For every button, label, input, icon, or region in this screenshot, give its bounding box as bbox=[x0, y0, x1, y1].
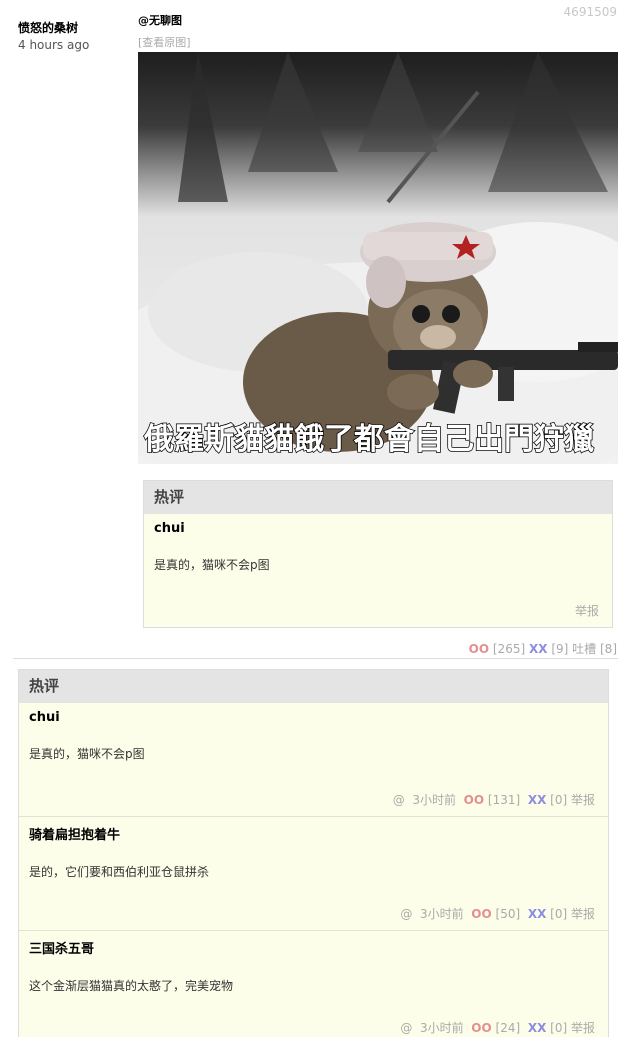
reply-at-button[interactable]: @ bbox=[400, 1021, 412, 1035]
hot-comment-item: chui 是真的，猫咪不会p图 @ 3小时前 OO [131] XX [0] 举… bbox=[19, 703, 608, 817]
comment-text: 是真的，猫咪不会p图 bbox=[154, 558, 270, 572]
post-image[interactable]: 俄羅斯貓貓餓了都會自己出門狩獵 bbox=[138, 52, 618, 464]
oo-vote-count: [50] bbox=[495, 907, 521, 921]
comment-time: 3小时前 bbox=[412, 793, 457, 807]
comment-report-link[interactable]: 举报 bbox=[571, 1021, 595, 1035]
comment-report-link[interactable]: 举报 bbox=[571, 907, 595, 921]
hot-comment-item: 三国杀五哥 这个金渐层猫猫真的太憨了，完美宠物 @ 3小时前 OO [24] X… bbox=[19, 931, 608, 1037]
xx-vote-count: [0] bbox=[550, 907, 568, 921]
reply-at-button[interactable]: @ bbox=[400, 907, 412, 921]
comment-text: 这个金渐层猫猫真的太憨了，完美宠物 bbox=[29, 979, 234, 993]
hot-comments-box: 热评 chui 是真的，猫咪不会p图 @ 3小时前 OO [131] XX [0… bbox=[18, 669, 609, 1037]
post-time: 4 hours ago bbox=[18, 38, 90, 52]
comment-author[interactable]: chui bbox=[154, 514, 602, 536]
view-original-link[interactable]: [查看原图] bbox=[138, 34, 618, 50]
comment-meta: @ 3小时前 OO [131] XX [0] 举报 bbox=[393, 791, 595, 808]
xx-vote-count: [9] bbox=[551, 642, 569, 656]
post-vote-bar: OO [265] XX [9] 吐槽 [8] bbox=[469, 640, 617, 657]
xx-vote-button[interactable]: XX bbox=[528, 1021, 547, 1035]
comment-time: 3小时前 bbox=[420, 1021, 464, 1035]
inner-hot-comment-box: 热评 chui 是真的，猫咪不会p图 举报 bbox=[143, 480, 613, 628]
xx-vote-count: [0] bbox=[550, 1021, 568, 1035]
oo-vote-count: [24] bbox=[495, 1021, 521, 1035]
xx-vote-button[interactable]: XX bbox=[528, 793, 547, 807]
comment-meta: @ 3小时前 OO [50] XX [0] 举报 bbox=[400, 905, 595, 922]
xx-vote-button[interactable]: XX bbox=[528, 907, 547, 921]
image-caption: 俄羅斯貓貓餓了都會自己出門狩獵 bbox=[143, 421, 595, 458]
cat-in-snow-illustration bbox=[138, 52, 618, 464]
inner-hot-comment: chui 是真的，猫咪不会p图 举报 bbox=[144, 514, 612, 627]
comment-time: 3小时前 bbox=[420, 907, 464, 921]
tucao-count: [8] bbox=[600, 642, 617, 656]
comment-meta: @ 3小时前 OO [24] XX [0] 举报 bbox=[400, 1019, 595, 1036]
comment-text: 是真的，猫咪不会p图 bbox=[29, 747, 145, 761]
post-mention: @无聊图 bbox=[138, 14, 182, 27]
oo-vote-button[interactable]: OO bbox=[471, 907, 491, 921]
oo-vote-button[interactable]: OO bbox=[469, 642, 489, 656]
divider bbox=[13, 658, 618, 659]
hot-comment-item: 骑着扁担抱着牛 是的，它们要和西伯利亚仓鼠拼杀 @ 3小时前 OO [50] X… bbox=[19, 817, 608, 931]
oo-vote-button[interactable]: OO bbox=[471, 1021, 491, 1035]
reply-at-button[interactable]: @ bbox=[393, 793, 405, 807]
comment-author[interactable]: 骑着扁担抱着牛 bbox=[29, 817, 598, 843]
hot-comments-header: 热评 bbox=[19, 670, 608, 703]
oo-vote-button[interactable]: OO bbox=[464, 793, 484, 807]
comment-author[interactable]: chui bbox=[29, 703, 598, 725]
post-author-block: 愤怒的桑树 4 hours ago bbox=[18, 19, 89, 52]
inner-hot-header: 热评 bbox=[144, 481, 612, 514]
oo-vote-count: [265] bbox=[492, 642, 526, 656]
post-author-name[interactable]: 愤怒的桑树 bbox=[18, 19, 89, 36]
tucao-button[interactable]: 吐槽 bbox=[572, 642, 596, 656]
comment-report-link[interactable]: 举报 bbox=[575, 602, 599, 619]
oo-vote-count: [131] bbox=[487, 793, 521, 807]
comment-text: 是的，它们要和西伯利亚仓鼠拼杀 bbox=[29, 865, 210, 879]
comment-author[interactable]: 三国杀五哥 bbox=[29, 931, 598, 957]
xx-vote-button[interactable]: XX bbox=[529, 642, 548, 656]
post-content: @无聊图 [查看原图] 俄羅斯貓貓餓了都會自己出門狩獵 bbox=[138, 12, 618, 464]
comment-report-link[interactable]: 举报 bbox=[571, 793, 595, 807]
xx-vote-count: [0] bbox=[550, 793, 568, 807]
